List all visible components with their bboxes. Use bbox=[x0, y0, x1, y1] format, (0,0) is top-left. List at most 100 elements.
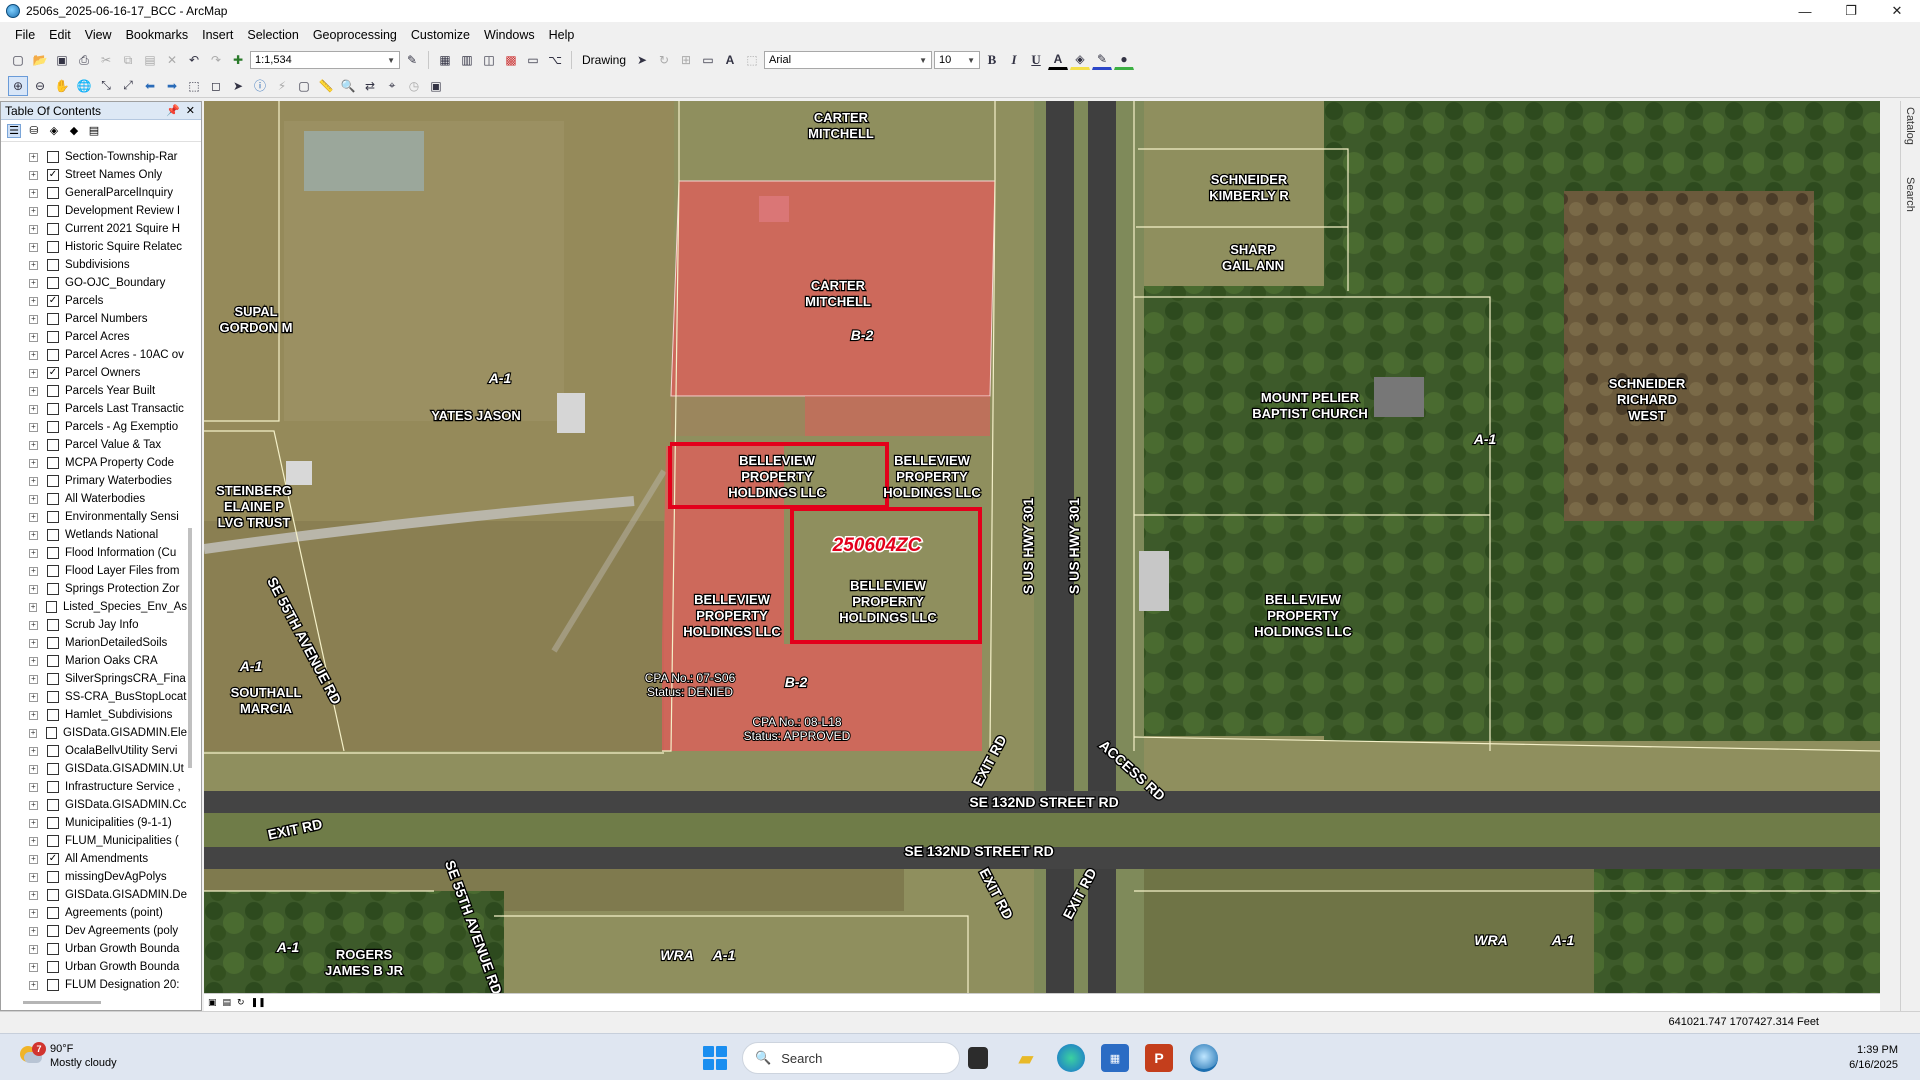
layer-visibility-checkbox[interactable] bbox=[47, 799, 59, 811]
layer-visibility-checkbox[interactable] bbox=[47, 925, 59, 937]
toc-layer-row[interactable]: + Environmentally Sensi bbox=[1, 508, 187, 526]
layer-visibility-checkbox[interactable] bbox=[47, 781, 59, 793]
expand-icon[interactable]: + bbox=[29, 728, 38, 738]
microsoft-store-icon[interactable]: ▦ bbox=[1101, 1044, 1129, 1072]
forward-arrow-icon[interactable]: ➡ bbox=[162, 76, 182, 96]
layer-visibility-checkbox[interactable] bbox=[47, 745, 59, 757]
expand-icon[interactable]: + bbox=[29, 944, 38, 954]
menu-view[interactable]: View bbox=[78, 26, 119, 44]
zoom-out-icon[interactable]: ⊖ bbox=[30, 76, 50, 96]
layer-visibility-checkbox[interactable] bbox=[46, 727, 58, 739]
expand-icon[interactable]: + bbox=[29, 584, 38, 594]
menu-customize[interactable]: Customize bbox=[404, 26, 477, 44]
go-to-xy-icon[interactable]: ⌖ bbox=[382, 76, 402, 96]
expand-icon[interactable]: + bbox=[29, 440, 38, 450]
print-icon[interactable]: ⎙ bbox=[74, 50, 94, 70]
menu-help[interactable]: Help bbox=[542, 26, 582, 44]
catalog-tab[interactable]: Catalog bbox=[1904, 107, 1916, 145]
undo-icon[interactable]: ↶ bbox=[184, 50, 204, 70]
expand-icon[interactable]: + bbox=[29, 980, 38, 990]
toc-scrollbar[interactable] bbox=[186, 148, 195, 996]
expand-icon[interactable]: + bbox=[29, 746, 38, 756]
toc-layer-row[interactable]: + Development Review I bbox=[1, 202, 187, 220]
toc-layer-row[interactable]: + GO-OJC_Boundary bbox=[1, 274, 187, 292]
toc-layer-row[interactable]: + Parcels Year Built bbox=[1, 382, 187, 400]
toc-layer-row[interactable]: + ✓ All Amendments bbox=[1, 850, 187, 868]
layer-visibility-checkbox[interactable] bbox=[47, 961, 59, 973]
line-color-icon[interactable]: ✎ bbox=[1092, 50, 1113, 70]
search-tab[interactable]: Search bbox=[1904, 177, 1916, 212]
layer-visibility-checkbox[interactable] bbox=[47, 655, 59, 667]
edge-browser-icon[interactable] bbox=[1057, 1044, 1085, 1072]
toc-layer-row[interactable]: + Hamlet_Subdivisions bbox=[1, 706, 187, 724]
minimize-button[interactable]: — bbox=[1782, 0, 1828, 22]
expand-icon[interactable]: + bbox=[29, 854, 38, 864]
toc-layer-row[interactable]: + Urban Growth Bounda bbox=[1, 940, 187, 958]
delete-icon[interactable]: ✕ bbox=[162, 50, 182, 70]
layer-visibility-checkbox[interactable] bbox=[47, 619, 59, 631]
toc-layer-row[interactable]: + Parcel Acres - 10AC ov bbox=[1, 346, 187, 364]
back-arrow-icon[interactable]: ⬅ bbox=[140, 76, 160, 96]
list-by-selection-icon[interactable]: ◆ bbox=[67, 124, 81, 138]
arcmap-taskbar-icon[interactable] bbox=[1190, 1044, 1218, 1072]
rectangle-icon[interactable]: ▭ bbox=[698, 50, 718, 70]
toc-layer-row[interactable]: + GISData.GISADMIN.Ele bbox=[1, 724, 187, 742]
expand-icon[interactable]: + bbox=[29, 350, 38, 360]
maximize-button[interactable]: ❐ bbox=[1828, 0, 1874, 22]
start-windows-icon[interactable] bbox=[703, 1046, 727, 1070]
layer-visibility-checkbox[interactable] bbox=[47, 871, 59, 883]
expand-icon[interactable]: + bbox=[29, 656, 38, 666]
html-popup-icon[interactable]: ▢ bbox=[294, 76, 314, 96]
python-window-icon[interactable]: ▭ bbox=[523, 50, 543, 70]
layer-visibility-checkbox[interactable] bbox=[47, 709, 59, 721]
expand-icon[interactable]: + bbox=[29, 170, 38, 180]
map-view[interactable]: CARTER MITCHELL CARTER MITCHELL SCHNEIDER K… bbox=[204, 101, 1880, 993]
font-name-combo[interactable]: Arial ▼ bbox=[764, 51, 933, 69]
expand-icon[interactable]: + bbox=[29, 692, 38, 702]
list-by-visibility-icon[interactable]: ◈ bbox=[47, 124, 61, 138]
search-window-icon[interactable]: ◫ bbox=[479, 50, 499, 70]
layer-visibility-checkbox[interactable] bbox=[47, 979, 59, 991]
layer-visibility-checkbox[interactable] bbox=[47, 151, 59, 163]
expand-icon[interactable]: + bbox=[29, 260, 38, 270]
layer-visibility-checkbox[interactable] bbox=[47, 439, 59, 451]
toc-layer-row[interactable]: + Municipalities (9-1-1) bbox=[1, 814, 187, 832]
cut-icon[interactable]: ✂ bbox=[96, 50, 116, 70]
toc-layer-row[interactable]: + ✓ Parcel Owners bbox=[1, 364, 187, 382]
text-icon[interactable]: A bbox=[720, 50, 740, 70]
zoom-in-icon[interactable]: ⊕ bbox=[8, 75, 28, 96]
list-by-source-icon[interactable]: ⛁ bbox=[27, 124, 41, 138]
select-elements-arrow-icon[interactable]: ➤ bbox=[228, 76, 248, 96]
expand-icon[interactable]: + bbox=[29, 818, 38, 828]
layer-visibility-checkbox[interactable] bbox=[46, 601, 57, 613]
expand-icon[interactable]: + bbox=[29, 710, 38, 720]
powerpoint-icon[interactable]: P bbox=[1145, 1044, 1173, 1072]
menu-windows[interactable]: Windows bbox=[477, 26, 542, 44]
toc-layer-row[interactable]: + GISData.GISADMIN.De bbox=[1, 886, 187, 904]
pin-icon[interactable]: 📌 bbox=[166, 104, 180, 117]
menu-bookmarks[interactable]: Bookmarks bbox=[119, 26, 196, 44]
create-viewer-window-icon[interactable]: ▣ bbox=[426, 76, 446, 96]
layer-visibility-checkbox[interactable] bbox=[47, 385, 59, 397]
close-button[interactable]: ✕ bbox=[1874, 0, 1920, 22]
expand-icon[interactable]: + bbox=[29, 458, 38, 468]
fixed-zoom-in-icon[interactable]: ⤡ bbox=[96, 76, 116, 96]
toc-layer-row[interactable]: + Agreements (point) bbox=[1, 904, 187, 922]
expand-icon[interactable]: + bbox=[29, 800, 38, 810]
toc-layer-row[interactable]: + Springs Protection Zor bbox=[1, 580, 187, 598]
layer-visibility-checkbox[interactable] bbox=[47, 907, 59, 919]
clear-selection-icon[interactable]: ◻ bbox=[206, 76, 226, 96]
expand-icon[interactable]: + bbox=[29, 404, 38, 414]
layer-visibility-checkbox[interactable] bbox=[47, 583, 59, 595]
layer-visibility-checkbox[interactable] bbox=[47, 763, 59, 775]
layer-visibility-checkbox[interactable] bbox=[47, 457, 59, 469]
menu-insert[interactable]: Insert bbox=[195, 26, 240, 44]
expand-icon[interactable]: + bbox=[29, 206, 38, 216]
toc-layer-row[interactable]: + Marion Oaks CRA bbox=[1, 652, 187, 670]
bold-button[interactable]: B bbox=[982, 50, 1002, 70]
expand-icon[interactable]: + bbox=[29, 512, 38, 522]
expand-icon[interactable]: + bbox=[29, 296, 38, 306]
options-icon[interactable]: ▤ bbox=[87, 124, 101, 138]
toc-layer-row[interactable]: + ✓ Street Names Only bbox=[1, 166, 187, 184]
layer-visibility-checkbox[interactable] bbox=[47, 637, 59, 649]
